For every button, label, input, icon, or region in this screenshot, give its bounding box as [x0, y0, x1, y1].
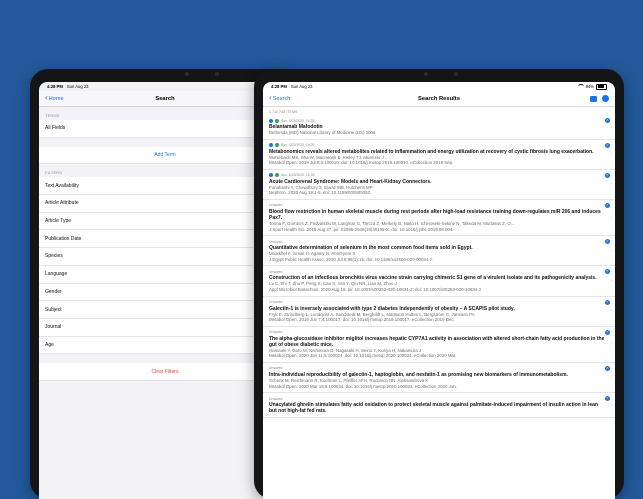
page-title: Search Results — [418, 95, 460, 102]
result-row[interactable]: Sun, 8/23/2020, 16:25 Belantamab Mafodoti… — [263, 115, 615, 140]
result-meta-text: Sun, 8/23/2020, 16:25 — [281, 173, 315, 178]
result-meta-text: Unsaved — [269, 396, 283, 401]
chevron-right-icon: › — [610, 123, 612, 130]
status-bar: 4:28 PM Sun Aug 23 84% — [263, 82, 615, 91]
result-meta-text: Unsaved — [269, 203, 283, 208]
result-row[interactable]: Sun, 8/23/2020, 16:25 Acute Cardiorenal S… — [263, 170, 615, 200]
result-source: Metabol Open. 2020 Jan 11;5:100024. doi:… — [269, 353, 457, 359]
battery-icon — [596, 83, 607, 90]
checkmark-icon[interactable]: ✓ — [605, 239, 610, 245]
nav-actions — [590, 95, 609, 102]
checkmark-icon[interactable]: ✓ — [605, 118, 610, 123]
navigation-bar: ‹ Search Search Results — [263, 91, 615, 107]
status-right: 84% — [577, 83, 607, 90]
result-meta: Unsaved — [269, 203, 605, 208]
back-label: Home — [48, 95, 64, 102]
result-title: The alpha-glucosidase inhibitor miglitol… — [269, 335, 605, 348]
status-date: Sun Aug 23 — [66, 84, 89, 89]
back-button[interactable]: ‹ Search — [269, 93, 291, 102]
saved-icon — [269, 143, 273, 148]
status-date: Sun Aug 23 — [290, 84, 313, 89]
status-time: 4:28 PM — [271, 84, 287, 89]
checkmark-icon[interactable]: ✓ — [605, 396, 610, 402]
checkmark-icon[interactable]: ✓ — [605, 202, 610, 208]
checkmark-icon[interactable]: ✓ — [605, 142, 610, 148]
back-label: Search — [272, 95, 291, 102]
result-meta: Sun, 8/23/2020, 16:25 — [269, 143, 605, 148]
result-source: Metabol Open. 2020 Mar 18;6:100034. doi:… — [269, 383, 457, 389]
result-row[interactable]: Unsaved The alpha-glucosidase inhibitor m… — [263, 327, 615, 363]
result-row[interactable]: Unsaved Construction of an infectious bro… — [263, 266, 615, 297]
result-source: J Sport Health Sci. 2019 Aug 27. pii: S2… — [269, 226, 454, 232]
result-meta-text: Unsaved — [269, 300, 283, 305]
chevron-right-icon: › — [610, 308, 612, 315]
camera-dot — [454, 72, 458, 76]
result-meta-text: Unsaved — [269, 366, 283, 371]
result-meta: Unsaved — [269, 269, 605, 274]
status-time: 4:28 PM — [47, 84, 63, 89]
result-source: Appl Microbiol Biotechnol. 2020 Aug 19. … — [269, 286, 483, 292]
checkmark-icon[interactable]: ✓ — [605, 329, 610, 335]
results-list: Sun, 8/23/2020, 16:25 Belantamab Mafodoti… — [263, 115, 615, 419]
chevron-left-icon: ‹ — [269, 93, 272, 102]
result-meta: Sun, 8/23/2020, 16:25 — [269, 173, 605, 178]
chevron-right-icon: › — [610, 341, 612, 348]
checkmark-icon[interactable]: ✓ — [605, 269, 610, 275]
result-authors: Bethesda (MD) National Library of Medici… — [269, 130, 376, 135]
result-meta: Unsaved — [269, 300, 605, 305]
read-icon — [275, 173, 279, 178]
result-title: Metabonomics reveals altered metabolites… — [269, 148, 594, 155]
chevron-right-icon: › — [610, 402, 612, 409]
camera-dot — [185, 72, 189, 76]
result-meta: Unsaved — [269, 239, 605, 244]
result-row[interactable]: Unsaved Unacylated ghrelin stimulates fat… — [263, 393, 615, 419]
ipad-right: 4:28 PM Sun Aug 23 84% ‹ Search Search R… — [254, 69, 624, 499]
result-meta-text: Sun, 8/23/2020, 16:25 — [281, 118, 315, 123]
checkmark-icon[interactable]: ✓ — [605, 172, 610, 178]
result-row[interactable]: Unsaved Galectin-1 is inversely associate… — [263, 297, 615, 327]
back-button[interactable]: ‹ Home — [45, 93, 64, 102]
saved-icon — [269, 173, 273, 178]
read-icon — [275, 143, 279, 148]
result-source: Nephron. 2020 Aug 19:1-5. doi: 10.1159/0… — [269, 190, 372, 196]
result-title: Blood flow restriction in human skeletal… — [269, 208, 601, 221]
result-source: Metabol Open. 2019 Jun 7;4:100017. doi: … — [269, 317, 455, 323]
chevron-right-icon: › — [610, 181, 612, 188]
result-title: Unacylated ghrelin stimulates fatty acid… — [269, 402, 598, 415]
result-meta-text: Unsaved — [269, 330, 283, 335]
result-row[interactable]: Unsaved Intra-individual reproducibility … — [263, 363, 615, 394]
result-meta-text: Sun, 8/23/2020, 16:25 — [281, 143, 315, 148]
checkmark-icon[interactable]: ✓ — [605, 365, 610, 371]
result-source: J Egypt Public Health Assoc. 2020 Jul 8;… — [269, 256, 434, 262]
chevron-right-icon: › — [610, 214, 612, 221]
chevron-right-icon: › — [610, 277, 612, 284]
wifi-icon — [577, 84, 584, 89]
result-meta-text: Unsaved — [269, 269, 283, 274]
result-meta: Sun, 8/23/2020, 16:25 — [269, 118, 605, 123]
battery-percent: 84% — [585, 84, 594, 89]
read-icon — [275, 118, 279, 123]
checkmark-icon[interactable]: ✓ — [605, 299, 610, 305]
camera-dot — [215, 72, 219, 76]
chevron-left-icon: ‹ — [45, 93, 48, 102]
result-row[interactable]: Unsaved Quantitative determination of sel… — [263, 236, 615, 267]
chevron-right-icon: › — [610, 151, 612, 158]
results-count: 1,711,748 ITEMS — [269, 110, 298, 114]
results-screen: 4:28 PM Sun Aug 23 84% ‹ Search Search R… — [263, 82, 615, 499]
result-meta: Unsaved — [269, 366, 605, 371]
result-source: Metabol Open. 2019 Jul 8;3:100010. doi: … — [269, 160, 454, 166]
chevron-right-icon: › — [610, 247, 612, 254]
result-row[interactable]: Unsaved Blood flow restriction in human s… — [263, 200, 615, 237]
result-meta: Unsaved — [269, 396, 605, 401]
camera-dot — [424, 72, 428, 76]
folder-icon[interactable] — [590, 95, 597, 102]
result-row[interactable]: Sun, 8/23/2020, 16:25 Metabonomics reveal… — [263, 140, 615, 170]
chevron-right-icon: › — [610, 374, 612, 381]
saved-icon — [269, 118, 273, 123]
result-meta-text: Unsaved — [269, 239, 283, 244]
result-meta: Unsaved — [269, 330, 605, 335]
sort-icon[interactable] — [602, 95, 609, 102]
